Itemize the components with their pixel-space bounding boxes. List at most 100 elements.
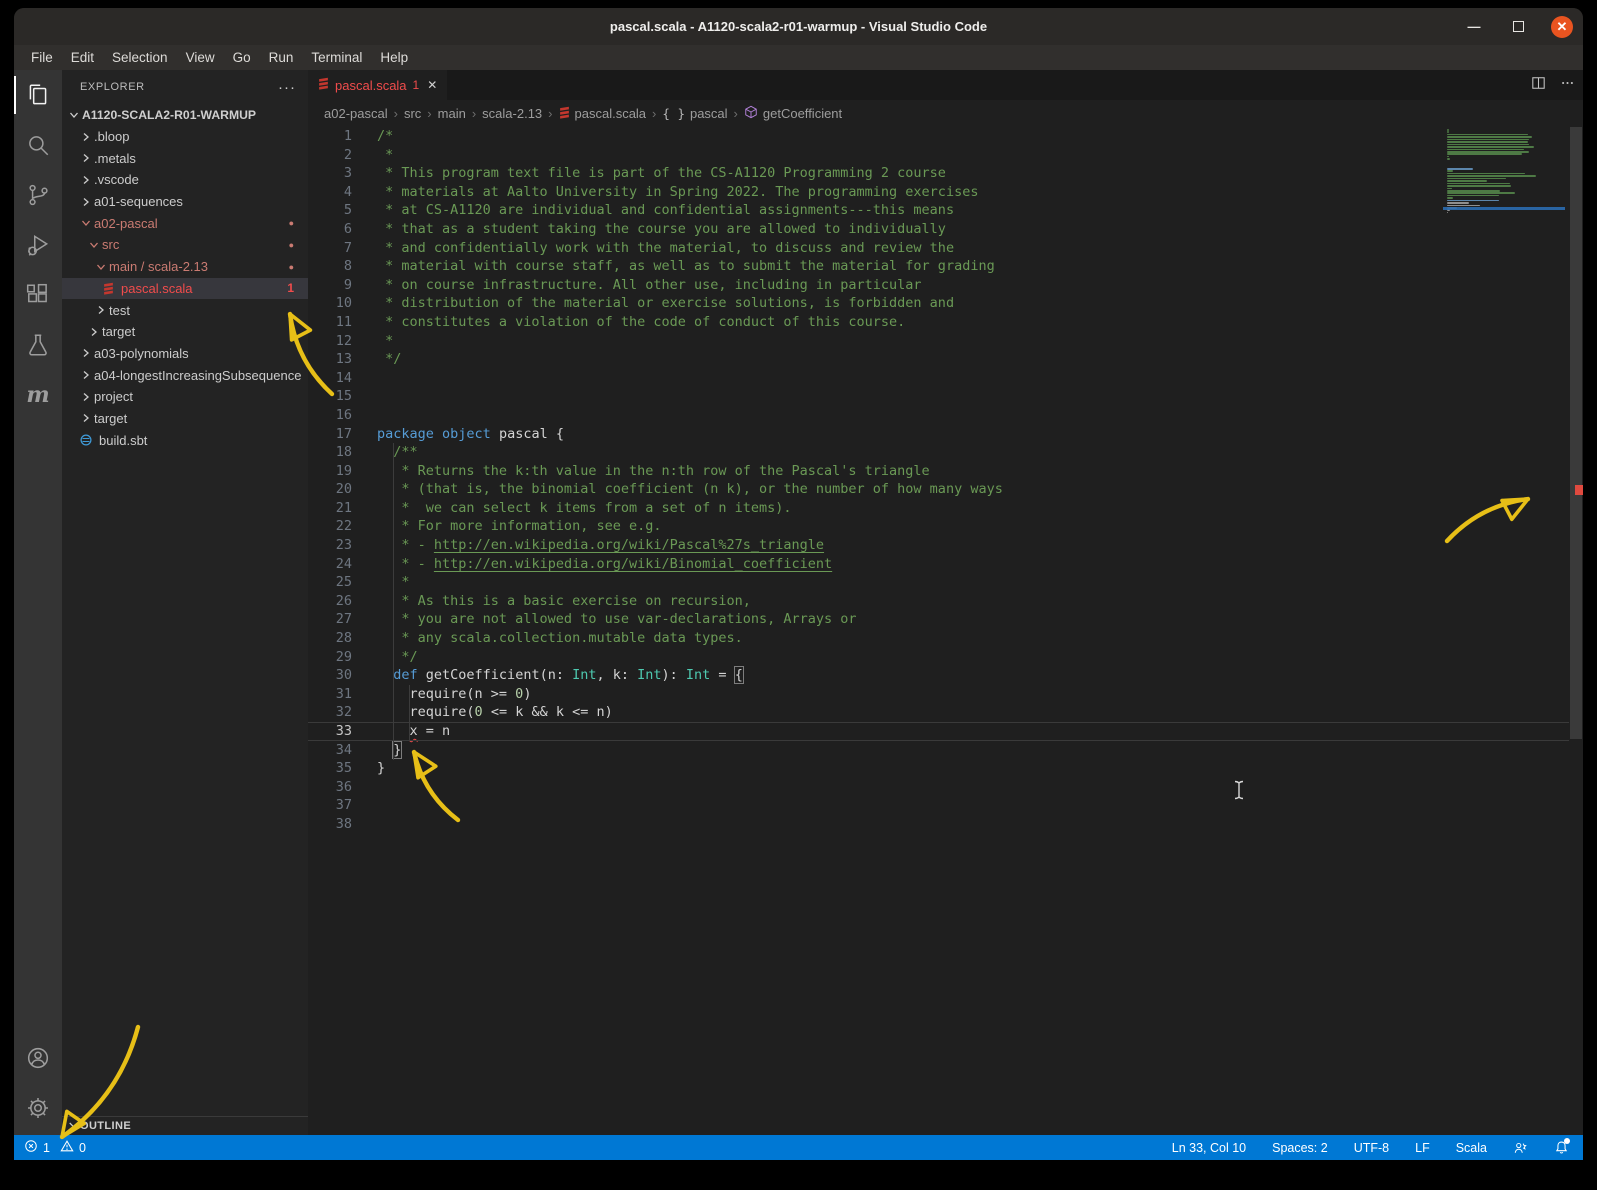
breadcrumb-a02-pascal[interactable]: a02-pascal [324,106,388,121]
tab-pascal-scala[interactable]: pascal.scala1✕ [308,70,448,100]
code-line-6[interactable]: 6 * that as a student taking the course … [308,220,1583,239]
scrollbar[interactable] [1569,127,1583,1135]
activity-metals[interactable]: m [14,370,62,420]
menu-run[interactable]: Run [260,45,303,70]
tree-item--bloop[interactable]: .bloop [62,126,308,148]
code-editor[interactable]: 1/*2 *3 * This program text file is part… [308,127,1583,1135]
more-actions-icon[interactable] [1560,76,1575,95]
code-line-9[interactable]: 9 * on course infrastructure. All other … [308,276,1583,295]
code-line-34[interactable]: 34 } [308,741,1583,760]
code-line-5[interactable]: 5 * at CS-A1120 are individual and confi… [308,201,1583,220]
activity-settings[interactable] [14,1083,62,1133]
code-line-17[interactable]: 17package object pascal { [308,425,1583,444]
code-line-31[interactable]: 31 require(n >= 0) [308,685,1583,704]
code-line-37[interactable]: 37 [308,796,1583,815]
tree-item-a1120-scala2-r01-warmup[interactable]: A1120-SCALA2-R01-WARMUP [62,104,308,126]
code-line-27[interactable]: 27 * you are not allowed to use var-decl… [308,610,1583,629]
menu-terminal[interactable]: Terminal [302,45,371,70]
activity-testing[interactable] [14,320,62,370]
status-utf-8[interactable]: UTF-8 [1354,1141,1389,1155]
tree-item--vscode[interactable]: .vscode [62,169,308,191]
code-line-38[interactable]: 38 [308,815,1583,834]
tree-item-a03-polynomials[interactable]: a03-polynomials [62,343,308,365]
scrollbar-thumb[interactable] [1570,127,1582,739]
code-line-26[interactable]: 26 * As this is a basic exercise on recu… [308,592,1583,611]
explorer-more-actions-icon[interactable]: ··· [278,79,296,96]
code-line-8[interactable]: 8 * material with course staff, as well … [308,257,1583,276]
activity-explorer[interactable] [14,70,62,120]
code-line-32[interactable]: 32 require(0 <= k && k <= n) [308,703,1583,722]
code-line-25[interactable]: 25 * [308,573,1583,592]
menu-edit[interactable]: Edit [62,45,103,70]
breadcrumb-scala-2-13[interactable]: scala-2.13 [482,106,542,121]
problems-indicator[interactable]: 1 0 [14,1139,86,1156]
code-line-2[interactable]: 2 * [308,146,1583,165]
bell-icon[interactable] [1554,1140,1569,1155]
breadcrumb-pascal-scala[interactable]: pascal.scala [559,105,647,122]
minimize-button[interactable]: — [1463,16,1485,38]
maximize-button[interactable] [1507,16,1529,38]
activity-accounts[interactable] [14,1033,62,1083]
activity-run-and-debug[interactable] [14,220,62,270]
status-ln[interactable]: Ln 33, Col 10 [1172,1141,1246,1155]
split-editor-icon[interactable] [1531,76,1546,95]
menu-go[interactable]: Go [224,45,260,70]
menu-help[interactable]: Help [371,45,417,70]
menu-selection[interactable]: Selection [103,45,177,70]
menu-view[interactable]: View [177,45,224,70]
status-lf[interactable]: LF [1415,1141,1430,1155]
close-button[interactable]: ✕ [1551,16,1573,38]
code-line-29[interactable]: 29 */ [308,648,1583,667]
code-line-10[interactable]: 10 * distribution of the material or exe… [308,294,1583,313]
code-line-1[interactable]: 1/* [308,127,1583,146]
code-line-14[interactable]: 14 [308,369,1583,388]
activity-extensions[interactable] [14,270,62,320]
status-scala[interactable]: Scala [1456,1141,1487,1155]
breadcrumb-getCoefficient[interactable]: getCoefficient [744,105,842,122]
activity-source-control[interactable] [14,170,62,220]
code-line-19[interactable]: 19 * Returns the k:th value in the n:th … [308,462,1583,481]
code-line-3[interactable]: 3 * This program text file is part of th… [308,164,1583,183]
code-line-16[interactable]: 16 [308,406,1583,425]
breadcrumb-src[interactable]: src [404,106,421,121]
code-line-12[interactable]: 12 * [308,332,1583,351]
code-line-22[interactable]: 22 * For more information, see e.g. [308,517,1583,536]
code-line-11[interactable]: 11 * constitutes a violation of the code… [308,313,1583,332]
code-line-4[interactable]: 4 * materials at Aalto University in Spr… [308,183,1583,202]
title-bar[interactable]: pascal.scala - A1120-scala2-r01-warmup -… [14,8,1583,45]
tree-item-pascal-scala[interactable]: pascal.scala1 [62,278,308,300]
tree-item-src[interactable]: src● [62,234,308,256]
tree-item-target[interactable]: target [62,321,308,343]
code-line-36[interactable]: 36 [308,778,1583,797]
tree-item-build-sbt[interactable]: build.sbt [62,429,308,451]
code-line-7[interactable]: 7 * and confidentially work with the mat… [308,239,1583,258]
code-line-28[interactable]: 28 * any scala.collection.mutable data t… [308,629,1583,648]
code-line-20[interactable]: 20 * (that is, the binomial coefficient … [308,480,1583,499]
code-line-21[interactable]: 21 * we can select k items from a set of… [308,499,1583,518]
close-tab-icon[interactable]: ✕ [427,78,437,92]
code-line-35[interactable]: 35} [308,759,1583,778]
breadcrumb-main[interactable]: main [438,106,466,121]
tree-item-a01-sequences[interactable]: a01-sequences [62,191,308,213]
code-line-15[interactable]: 15 [308,387,1583,406]
menu-file[interactable]: File [22,45,62,70]
tree-item-a04-longestincreasingsubsequence[interactable]: a04-longestIncreasingSubsequence [62,364,308,386]
activity-search[interactable] [14,120,62,170]
tree-item-target[interactable]: target [62,408,308,430]
code-line-23[interactable]: 23 * - http://en.wikipedia.org/wiki/Pasc… [308,536,1583,555]
outline-section[interactable]: OUTLINE [62,1116,308,1135]
line-number: 21 [308,499,352,518]
breadcrumb-pascal[interactable]: { }pascal [662,106,727,121]
code-line-18[interactable]: 18 /** [308,443,1583,462]
tree-item-main-scala-2-13[interactable]: main / scala-2.13● [62,256,308,278]
code-line-13[interactable]: 13 */ [308,350,1583,369]
feedback-icon[interactable] [1513,1141,1528,1155]
tree-item-test[interactable]: test [62,299,308,321]
code-line-33[interactable]: 33 x = n [308,722,1583,741]
code-line-30[interactable]: 30 def getCoefficient(n: Int, k: Int): I… [308,666,1583,685]
status-spaces[interactable]: Spaces: 2 [1272,1141,1328,1155]
tree-item-a02-pascal[interactable]: a02-pascal● [62,212,308,234]
tree-item-project[interactable]: project [62,386,308,408]
code-line-24[interactable]: 24 * - http://en.wikipedia.org/wiki/Bino… [308,555,1583,574]
tree-item--metals[interactable]: .metals [62,147,308,169]
